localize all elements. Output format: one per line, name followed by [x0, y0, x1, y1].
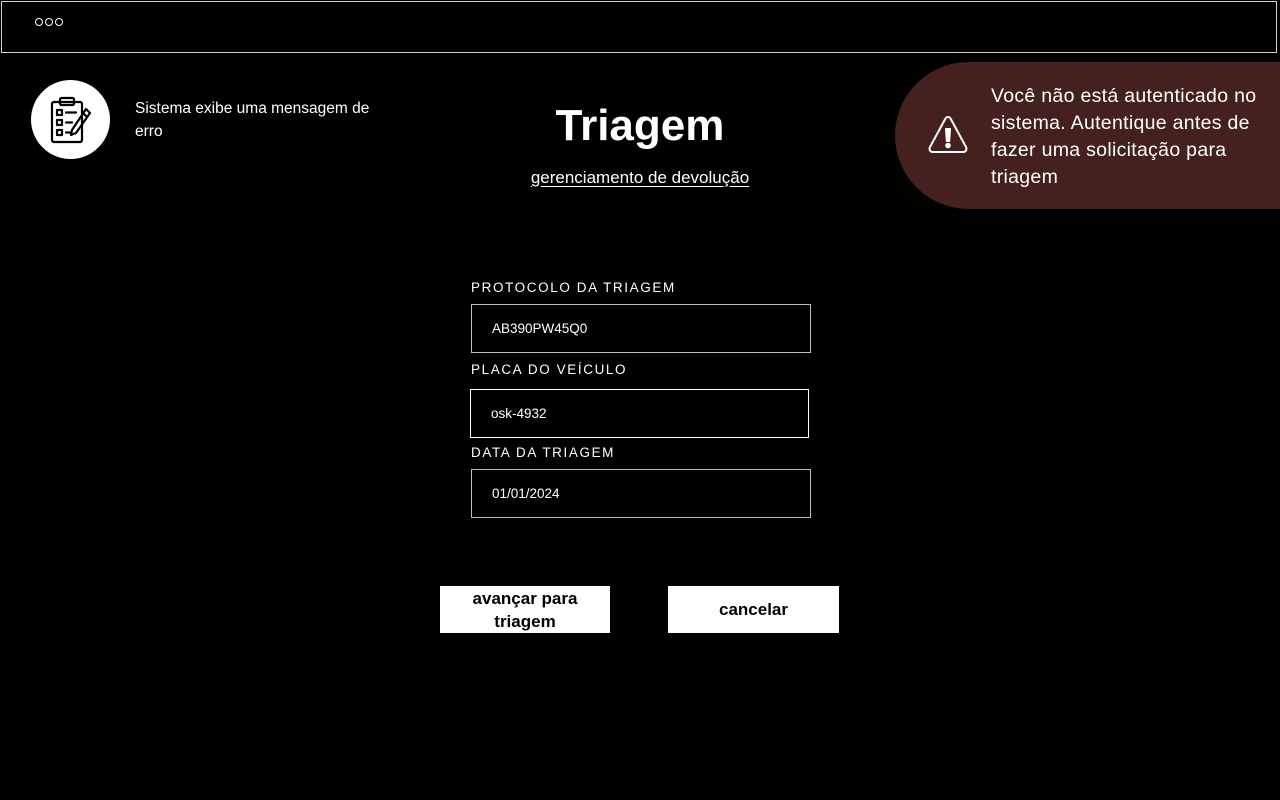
warning-triangle-icon [928, 116, 968, 153]
cancel-button[interactable]: cancelar [668, 586, 839, 633]
clipboard-checklist-icon [31, 80, 110, 159]
error-caption: Sistema exibe uma mensagem de erro [135, 100, 370, 140]
date-label: DATA DA TRIAGEM [471, 445, 616, 460]
return-management-link[interactable]: gerenciamento de devolução [440, 168, 840, 188]
page-title: Triagem [555, 101, 725, 150]
alert-message: Você não está autenticado no sistema. Au… [991, 85, 1257, 188]
protocol-field[interactable] [471, 304, 811, 353]
advance-button[interactable]: avançar para triagem [440, 586, 610, 633]
date-field[interactable] [471, 469, 811, 518]
protocol-label: PROTOCOLO DA TRIAGEM [471, 280, 676, 295]
plate-field[interactable] [470, 389, 809, 438]
three-dots-icon[interactable] [35, 18, 63, 26]
plate-label: PLACA DO VEÍCULO [471, 362, 628, 377]
top-bar [1, 1, 1277, 53]
error-alert: Você não está autenticado no sistema. Au… [895, 62, 1280, 209]
